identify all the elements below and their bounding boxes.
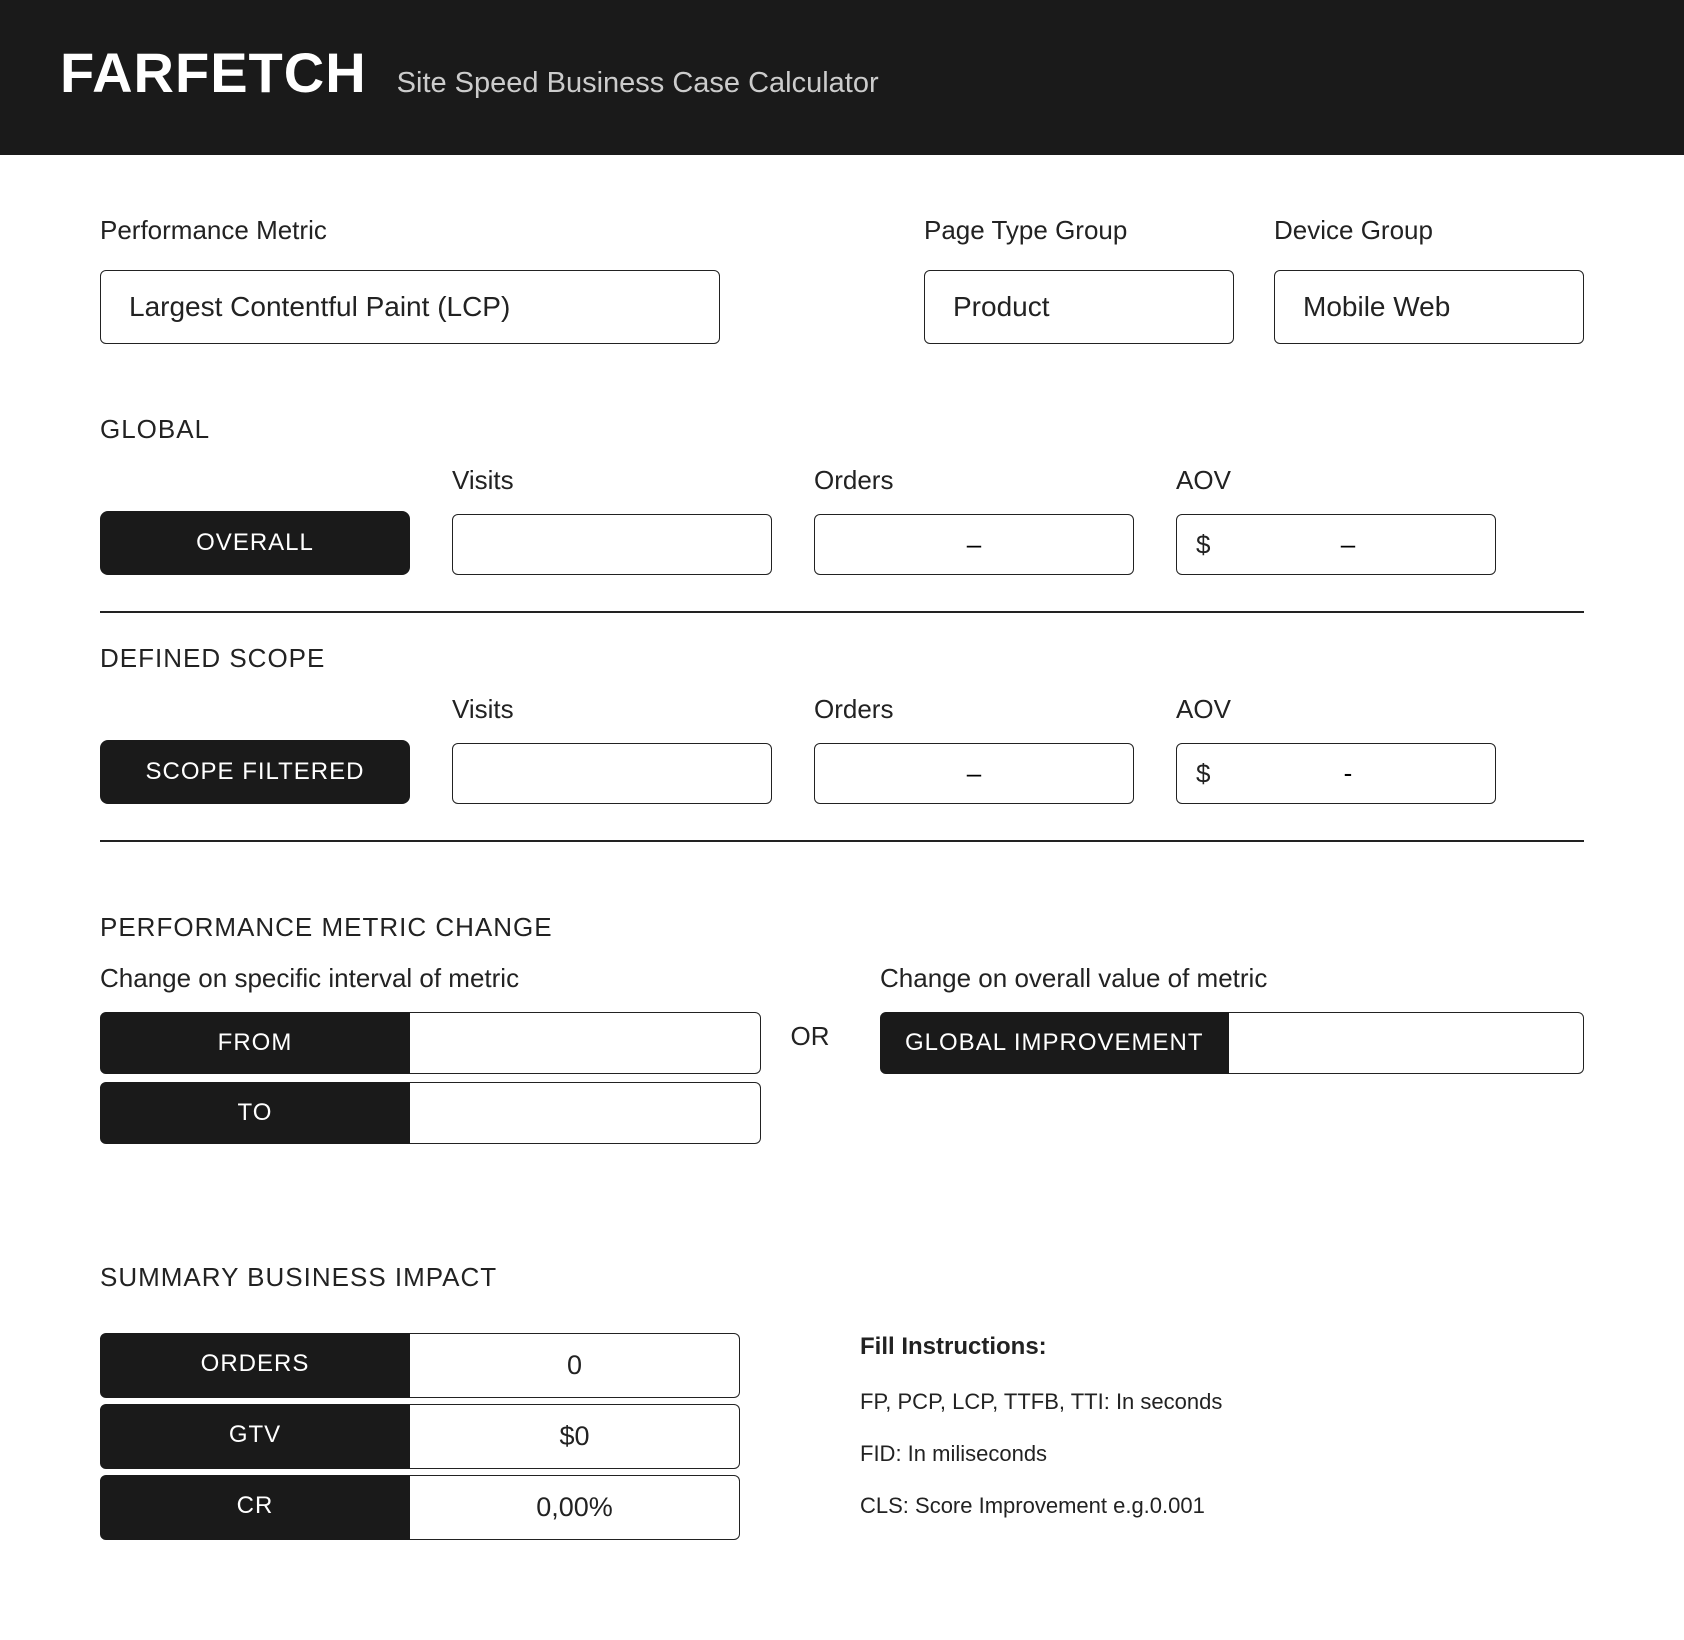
scope-filtered-badge: SCOPE FILTERED [100, 740, 410, 804]
logo: FARFETCH [60, 40, 367, 105]
global-row: OVERALL Visits Orders AOV $ [100, 465, 1584, 575]
filter-page-type: Page Type Group Product [924, 215, 1234, 344]
metric-label: Orders [814, 694, 1134, 725]
instructions: Fill Instructions: FP, PCP, LCP, TTFB, T… [860, 1333, 1584, 1545]
global-orders-col: Orders [814, 465, 1134, 575]
change-sublabel: Change on overall value of metric [880, 963, 1584, 994]
scope-orders-input[interactable] [814, 743, 1134, 804]
from-input[interactable] [410, 1012, 761, 1074]
filter-performance-metric: Performance Metric Largest Contentful Pa… [100, 215, 724, 344]
summary-section: SUMMARY BUSINESS IMPACT ORDERS 0 GTV $0 … [100, 1262, 1584, 1546]
to-label: TO [100, 1082, 410, 1144]
global-visits-input[interactable] [452, 514, 772, 575]
scope-aov-input[interactable] [1176, 743, 1496, 804]
section-label-change: PERFORMANCE METRIC CHANGE [100, 912, 1584, 943]
from-pair: FROM [100, 1012, 740, 1074]
metric-label: Visits [452, 694, 772, 725]
summary-orders-row: ORDERS 0 [100, 1333, 740, 1398]
currency-symbol: $ [1196, 758, 1210, 789]
change-sublabel: Change on specific interval of metric [100, 963, 740, 994]
divider [100, 840, 1584, 842]
summary-cr-row: CR 0,00% [100, 1475, 740, 1540]
filter-label: Page Type Group [924, 215, 1234, 246]
from-label: FROM [100, 1012, 410, 1074]
spacer [764, 215, 884, 344]
scope-aov-col: AOV $ [1176, 694, 1496, 804]
metric-label: AOV [1176, 465, 1496, 496]
summary-orders-label: ORDERS [100, 1333, 410, 1398]
filter-device-group: Device Group Mobile Web [1274, 215, 1584, 344]
scope-row: SCOPE FILTERED Visits Orders AOV $ [100, 694, 1584, 804]
global-aov-col: AOV $ [1176, 465, 1496, 575]
instructions-line: FP, PCP, LCP, TTFB, TTI: In seconds [860, 1389, 1584, 1415]
aov-wrap: $ [1176, 514, 1496, 575]
to-pair: TO [100, 1082, 740, 1144]
section-label-scope: DEFINED SCOPE [100, 643, 1584, 674]
app-header: FARFETCH Site Speed Business Case Calcul… [0, 0, 1684, 155]
change-section: PERFORMANCE METRIC CHANGE Change on spec… [100, 912, 1584, 1152]
summary-gtv-label: GTV [100, 1404, 410, 1469]
instructions-line: CLS: Score Improvement e.g.0.001 [860, 1493, 1584, 1519]
change-row: Change on specific interval of metric FR… [100, 963, 1584, 1152]
device-group-select[interactable]: Mobile Web [1274, 270, 1584, 344]
global-visits-col: Visits [452, 465, 772, 575]
change-global-col: Change on overall value of metric GLOBAL… [880, 963, 1584, 1074]
summary-cr-label: CR [100, 1475, 410, 1540]
metric-label: Visits [452, 465, 772, 496]
change-interval-col: Change on specific interval of metric FR… [100, 963, 740, 1152]
metric-label: AOV [1176, 694, 1496, 725]
section-label-summary: SUMMARY BUSINESS IMPACT [100, 1262, 1584, 1293]
summary-orders-value: 0 [410, 1333, 740, 1398]
summary-cr-value: 0,00% [410, 1475, 740, 1540]
section-label-global: GLOBAL [100, 414, 1584, 445]
summary-row: ORDERS 0 GTV $0 CR 0,00% Fill Instructio… [100, 1333, 1584, 1546]
or-text: OR [791, 1021, 830, 1052]
filter-label: Device Group [1274, 215, 1584, 246]
filters-row: Performance Metric Largest Contentful Pa… [100, 215, 1584, 344]
global-aov-input[interactable] [1176, 514, 1496, 575]
or-label: OR [780, 963, 840, 1052]
divider [100, 611, 1584, 613]
scope-visits-input[interactable] [452, 743, 772, 804]
global-improvement-pair: GLOBAL IMPROVEMENT [880, 1012, 1584, 1074]
instructions-title: Fill Instructions: [860, 1333, 1584, 1361]
global-orders-input[interactable] [814, 514, 1134, 575]
scope-orders-col: Orders [814, 694, 1134, 804]
summary-gtv-row: GTV $0 [100, 1404, 740, 1469]
filter-label: Performance Metric [100, 215, 724, 246]
currency-symbol: $ [1196, 529, 1210, 560]
global-improvement-label: GLOBAL IMPROVEMENT [880, 1012, 1229, 1074]
scope-section: DEFINED SCOPE SCOPE FILTERED Visits Orde… [100, 643, 1584, 842]
to-input[interactable] [410, 1082, 761, 1144]
overall-badge: OVERALL [100, 511, 410, 575]
summary-gtv-value: $0 [410, 1404, 740, 1469]
aov-wrap: $ [1176, 743, 1496, 804]
page-type-select[interactable]: Product [924, 270, 1234, 344]
main-content: Performance Metric Largest Contentful Pa… [0, 155, 1684, 1606]
instructions-line: FID: In miliseconds [860, 1441, 1584, 1467]
global-section: GLOBAL OVERALL Visits Orders AOV $ [100, 414, 1584, 613]
scope-visits-col: Visits [452, 694, 772, 804]
performance-metric-select[interactable]: Largest Contentful Paint (LCP) [100, 270, 720, 344]
app-subtitle: Site Speed Business Case Calculator [397, 67, 879, 100]
global-improvement-input[interactable] [1229, 1012, 1585, 1074]
summary-table: ORDERS 0 GTV $0 CR 0,00% [100, 1333, 740, 1546]
metric-label: Orders [814, 465, 1134, 496]
